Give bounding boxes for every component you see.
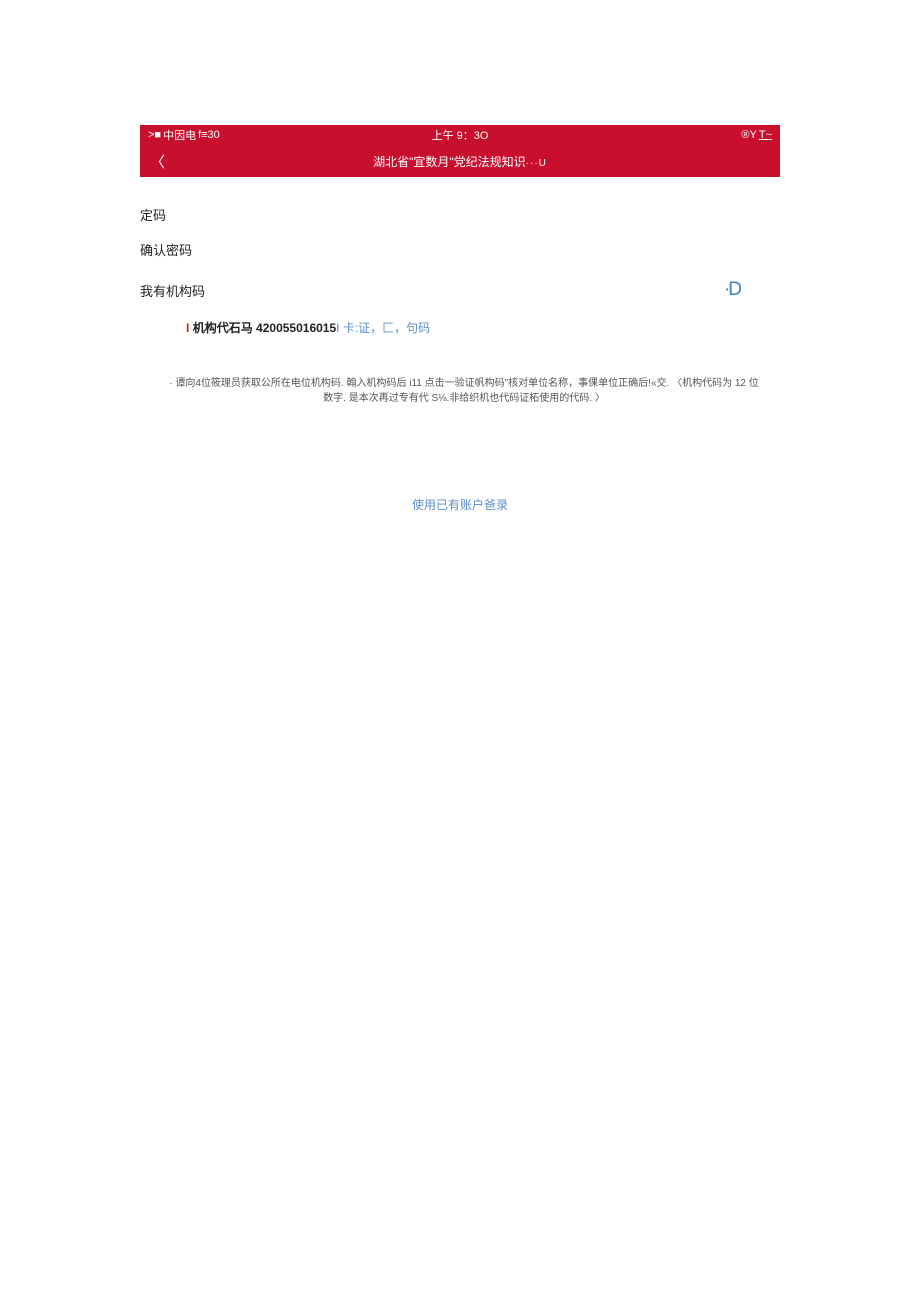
form-content: 定码 确认密码 我有机构码 ·D I 机构代石马 420055016015I 卡…: [140, 177, 780, 513]
signal-indicator: >■: [148, 129, 161, 141]
org-code-toggle-row: 我有机构码 ·D: [140, 267, 780, 309]
org-code-value[interactable]: 420055016015: [256, 321, 336, 335]
page-title-text: 湖北省"宜数月"党纪法规知识: [373, 155, 526, 169]
required-marker: I: [186, 321, 189, 335]
org-code-input-row: I 机构代石马 420055016015I 卡:证，匚，句码: [140, 309, 780, 346]
battery-icon: T~: [759, 129, 772, 141]
phone-screen: >■ 中因电 f≡30 上午 9：3O ®YT~ 〈 湖北省"宜数月"党纪法规知…: [140, 125, 780, 513]
status-right: ®YT~: [741, 129, 772, 141]
status-bar: >■ 中因电 f≡30 上午 9：3O ®YT~: [140, 125, 780, 145]
nav-bar: 〈 湖北省"宜数月"党纪法规知识···U: [140, 145, 780, 177]
login-link-row: 使用已有账户爸录: [140, 406, 780, 513]
org-code-field-label: 机构代石马 420055016015: [193, 321, 336, 335]
confirm-password-row[interactable]: 确认密码: [140, 232, 780, 267]
back-button[interactable]: 〈: [150, 151, 165, 172]
org-code-toggle-label: 我有机构码: [140, 281, 205, 300]
existing-account-login-link[interactable]: 使用已有账户爸录: [412, 498, 508, 512]
help-text: · 谭向4位筱理员获取公所在电位机构码. 翰入机构码后 i11 点击一验证帆构码…: [140, 346, 780, 406]
confirm-password-label: 确认密码: [140, 243, 192, 258]
signal-strength: f≡30: [198, 129, 220, 141]
page-title: 湖北省"宜数月"党纪法规知识···U: [373, 153, 547, 170]
password-row[interactable]: 定码: [140, 197, 780, 232]
page-title-suffix: ···U: [526, 158, 547, 169]
battery-prefix: ®Y: [741, 129, 756, 141]
password-label: 定码: [140, 208, 166, 223]
status-time: 上午 9：3O: [432, 127, 489, 143]
carrier-name: 中因电: [163, 127, 196, 143]
toggle-switch-icon[interactable]: ·D: [724, 279, 780, 301]
verify-org-code-link[interactable]: I 卡:证，匚，句码: [336, 321, 430, 335]
status-left: >■ 中因电 f≡30: [148, 127, 220, 143]
